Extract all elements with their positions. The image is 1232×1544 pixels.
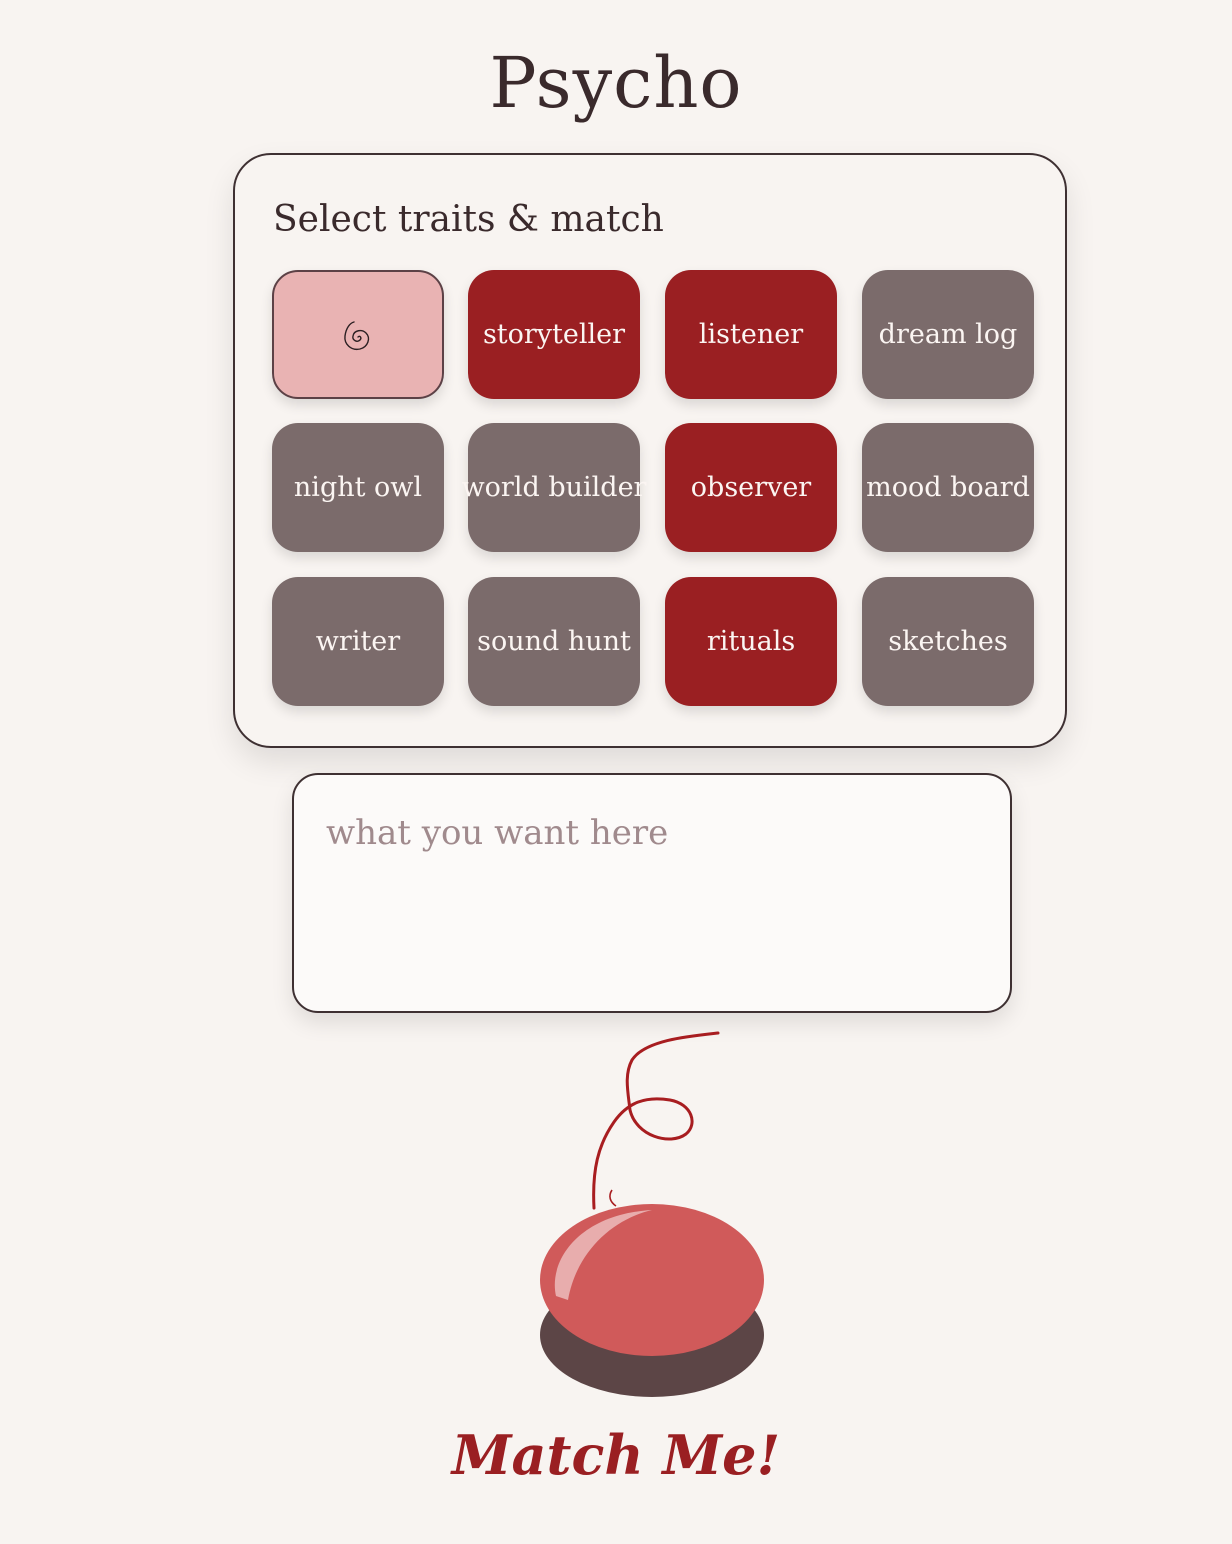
trait-label: sound hunt [477, 626, 631, 657]
button-string-icon [540, 1031, 764, 1397]
trait-label: world builder [461, 472, 647, 503]
trait-label: dream log [878, 319, 1018, 350]
button-top [540, 1204, 764, 1356]
trait-label: observer [690, 472, 812, 503]
trait-label: rituals [706, 626, 796, 657]
trait-tile-listener[interactable]: listener [665, 270, 837, 399]
trait-label: writer [315, 626, 401, 657]
trait-label: mood board [866, 472, 1030, 503]
trait-tile-spiral[interactable] [272, 270, 444, 399]
trait-tile-night-owl[interactable]: night owl [272, 423, 444, 552]
traits-panel: Select traits & match storyteller listen… [233, 153, 1067, 748]
trait-tile-writer[interactable]: writer [272, 577, 444, 706]
match-label[interactable]: Match Me! [0, 1420, 1232, 1490]
trait-label: night owl [293, 472, 423, 503]
trait-tile-observer[interactable]: observer [665, 423, 837, 552]
trait-label: sketches [888, 626, 1008, 657]
trait-tile-mood-board[interactable]: mood board [862, 423, 1034, 552]
trait-tile-dream-log[interactable]: dream log [862, 270, 1034, 399]
spiral-icon [344, 320, 370, 350]
trait-tile-sound-hunt[interactable]: sound hunt [468, 577, 640, 706]
trait-tile-rituals[interactable]: rituals [665, 577, 837, 706]
trait-tile-world-builder[interactable]: world builder [462, 423, 646, 552]
wish-input[interactable] [326, 811, 966, 981]
match-button[interactable] [520, 1030, 780, 1410]
panel-heading: Select traits & match [273, 199, 664, 240]
trait-label: storyteller [482, 319, 626, 350]
trait-tile-storyteller[interactable]: storyteller [468, 270, 640, 399]
wish-input-box [292, 773, 1012, 1013]
trait-label: listener [698, 319, 804, 350]
trait-tile-sketches[interactable]: sketches [862, 577, 1034, 706]
app-title: Psycho [489, 42, 743, 124]
